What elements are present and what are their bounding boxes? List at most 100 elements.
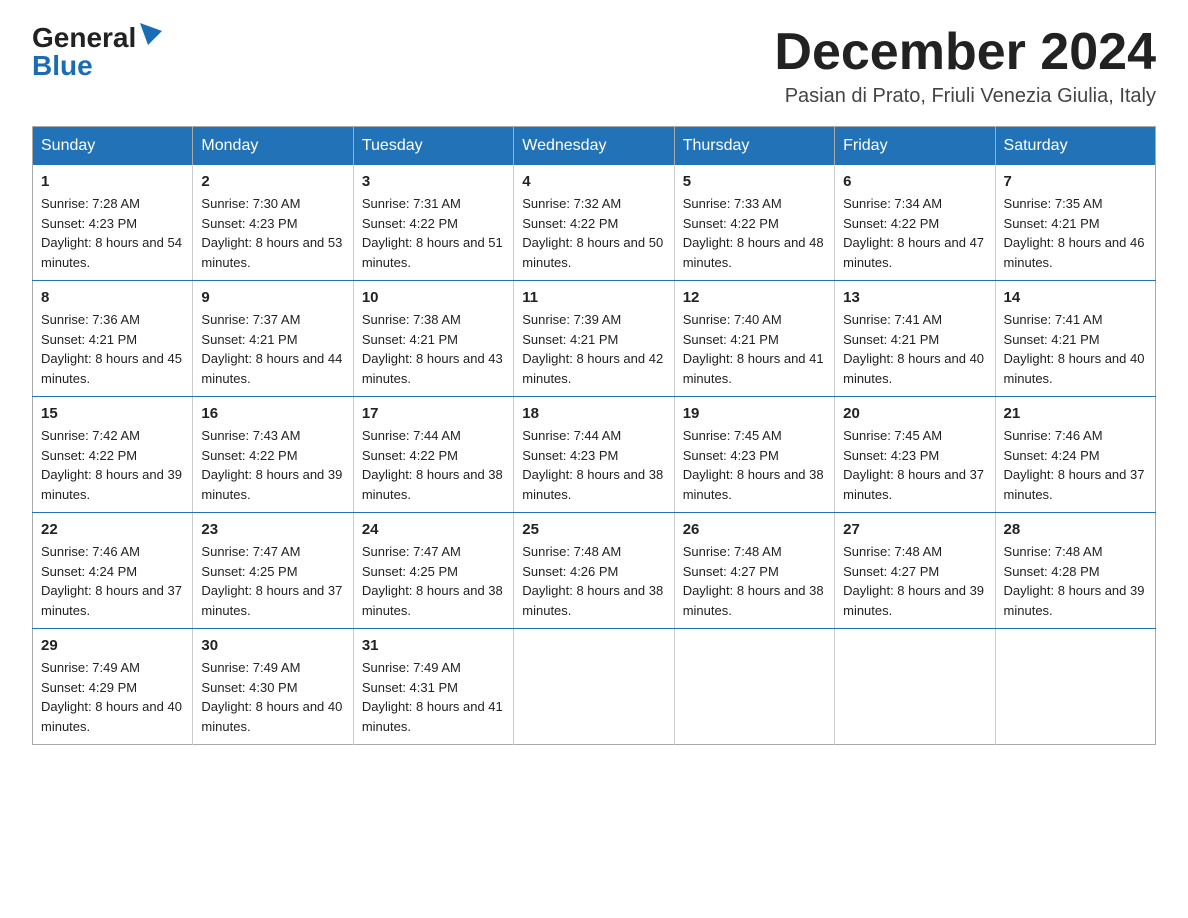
day-number: 16 (201, 405, 344, 422)
day-number: 3 (362, 173, 505, 190)
day-info: Sunrise: 7:49 AMSunset: 4:29 PMDaylight:… (41, 660, 182, 734)
day-info: Sunrise: 7:48 AMSunset: 4:27 PMDaylight:… (843, 544, 984, 618)
day-number: 18 (522, 405, 665, 422)
calendar-day-cell: 25 Sunrise: 7:48 AMSunset: 4:26 PMDaylig… (514, 513, 674, 629)
calendar-day-cell: 9 Sunrise: 7:37 AMSunset: 4:21 PMDayligh… (193, 281, 353, 397)
calendar-day-cell: 19 Sunrise: 7:45 AMSunset: 4:23 PMDaylig… (674, 397, 834, 513)
calendar-day-cell: 22 Sunrise: 7:46 AMSunset: 4:24 PMDaylig… (33, 513, 193, 629)
day-info: Sunrise: 7:40 AMSunset: 4:21 PMDaylight:… (683, 312, 824, 386)
logo-general-text: General (32, 24, 136, 52)
day-info: Sunrise: 7:34 AMSunset: 4:22 PMDaylight:… (843, 196, 984, 270)
calendar-day-cell: 24 Sunrise: 7:47 AMSunset: 4:25 PMDaylig… (353, 513, 513, 629)
day-info: Sunrise: 7:45 AMSunset: 4:23 PMDaylight:… (843, 428, 984, 502)
month-title: December 2024 (774, 24, 1156, 81)
day-info: Sunrise: 7:33 AMSunset: 4:22 PMDaylight:… (683, 196, 824, 270)
calendar-day-cell: 2 Sunrise: 7:30 AMSunset: 4:23 PMDayligh… (193, 165, 353, 281)
title-area: December 2024 Pasian di Prato, Friuli Ve… (774, 24, 1156, 108)
day-number: 23 (201, 521, 344, 538)
calendar-day-cell: 5 Sunrise: 7:33 AMSunset: 4:22 PMDayligh… (674, 165, 834, 281)
calendar-table: SundayMondayTuesdayWednesdayThursdayFrid… (32, 126, 1156, 745)
calendar-day-cell: 13 Sunrise: 7:41 AMSunset: 4:21 PMDaylig… (835, 281, 995, 397)
calendar-day-cell: 10 Sunrise: 7:38 AMSunset: 4:21 PMDaylig… (353, 281, 513, 397)
day-info: Sunrise: 7:31 AMSunset: 4:22 PMDaylight:… (362, 196, 503, 270)
day-number: 27 (843, 521, 986, 538)
logo: General Blue (32, 24, 162, 80)
day-info: Sunrise: 7:30 AMSunset: 4:23 PMDaylight:… (201, 196, 342, 270)
calendar-day-cell: 21 Sunrise: 7:46 AMSunset: 4:24 PMDaylig… (995, 397, 1155, 513)
calendar-week-row: 29 Sunrise: 7:49 AMSunset: 4:29 PMDaylig… (33, 629, 1156, 745)
day-number: 10 (362, 289, 505, 306)
calendar-day-cell: 26 Sunrise: 7:48 AMSunset: 4:27 PMDaylig… (674, 513, 834, 629)
day-info: Sunrise: 7:38 AMSunset: 4:21 PMDaylight:… (362, 312, 503, 386)
day-info: Sunrise: 7:41 AMSunset: 4:21 PMDaylight:… (843, 312, 984, 386)
calendar-day-cell: 30 Sunrise: 7:49 AMSunset: 4:30 PMDaylig… (193, 629, 353, 745)
page-header: General Blue December 2024 Pasian di Pra… (32, 24, 1156, 108)
day-info: Sunrise: 7:49 AMSunset: 4:30 PMDaylight:… (201, 660, 342, 734)
day-info: Sunrise: 7:41 AMSunset: 4:21 PMDaylight:… (1004, 312, 1145, 386)
day-number: 6 (843, 173, 986, 190)
day-number: 26 (683, 521, 826, 538)
day-info: Sunrise: 7:47 AMSunset: 4:25 PMDaylight:… (362, 544, 503, 618)
calendar-day-cell: 28 Sunrise: 7:48 AMSunset: 4:28 PMDaylig… (995, 513, 1155, 629)
day-info: Sunrise: 7:47 AMSunset: 4:25 PMDaylight:… (201, 544, 342, 618)
day-number: 25 (522, 521, 665, 538)
calendar-week-row: 1 Sunrise: 7:28 AMSunset: 4:23 PMDayligh… (33, 165, 1156, 281)
day-info: Sunrise: 7:43 AMSunset: 4:22 PMDaylight:… (201, 428, 342, 502)
calendar-day-cell: 7 Sunrise: 7:35 AMSunset: 4:21 PMDayligh… (995, 165, 1155, 281)
day-info: Sunrise: 7:44 AMSunset: 4:23 PMDaylight:… (522, 428, 663, 502)
day-number: 1 (41, 173, 184, 190)
day-info: Sunrise: 7:44 AMSunset: 4:22 PMDaylight:… (362, 428, 503, 502)
calendar-day-header: Sunday (33, 127, 193, 166)
calendar-day-cell: 17 Sunrise: 7:44 AMSunset: 4:22 PMDaylig… (353, 397, 513, 513)
calendar-day-cell: 15 Sunrise: 7:42 AMSunset: 4:22 PMDaylig… (33, 397, 193, 513)
day-info: Sunrise: 7:37 AMSunset: 4:21 PMDaylight:… (201, 312, 342, 386)
day-number: 12 (683, 289, 826, 306)
calendar-day-cell: 14 Sunrise: 7:41 AMSunset: 4:21 PMDaylig… (995, 281, 1155, 397)
location-subtitle: Pasian di Prato, Friuli Venezia Giulia, … (774, 85, 1156, 108)
calendar-day-cell: 16 Sunrise: 7:43 AMSunset: 4:22 PMDaylig… (193, 397, 353, 513)
logo-triangle-icon (140, 23, 162, 45)
day-number: 31 (362, 637, 505, 654)
day-info: Sunrise: 7:28 AMSunset: 4:23 PMDaylight:… (41, 196, 182, 270)
calendar-week-row: 22 Sunrise: 7:46 AMSunset: 4:24 PMDaylig… (33, 513, 1156, 629)
calendar-week-row: 15 Sunrise: 7:42 AMSunset: 4:22 PMDaylig… (33, 397, 1156, 513)
day-info: Sunrise: 7:46 AMSunset: 4:24 PMDaylight:… (1004, 428, 1145, 502)
day-number: 14 (1004, 289, 1147, 306)
calendar-day-cell (995, 629, 1155, 745)
day-info: Sunrise: 7:45 AMSunset: 4:23 PMDaylight:… (683, 428, 824, 502)
day-number: 5 (683, 173, 826, 190)
calendar-day-header: Monday (193, 127, 353, 166)
calendar-day-cell: 6 Sunrise: 7:34 AMSunset: 4:22 PMDayligh… (835, 165, 995, 281)
calendar-day-header: Friday (835, 127, 995, 166)
calendar-day-cell: 1 Sunrise: 7:28 AMSunset: 4:23 PMDayligh… (33, 165, 193, 281)
day-info: Sunrise: 7:49 AMSunset: 4:31 PMDaylight:… (362, 660, 503, 734)
calendar-day-cell: 31 Sunrise: 7:49 AMSunset: 4:31 PMDaylig… (353, 629, 513, 745)
day-info: Sunrise: 7:39 AMSunset: 4:21 PMDaylight:… (522, 312, 663, 386)
calendar-day-cell: 4 Sunrise: 7:32 AMSunset: 4:22 PMDayligh… (514, 165, 674, 281)
calendar-week-row: 8 Sunrise: 7:36 AMSunset: 4:21 PMDayligh… (33, 281, 1156, 397)
day-info: Sunrise: 7:48 AMSunset: 4:27 PMDaylight:… (683, 544, 824, 618)
day-number: 9 (201, 289, 344, 306)
day-info: Sunrise: 7:42 AMSunset: 4:22 PMDaylight:… (41, 428, 182, 502)
calendar-day-cell: 8 Sunrise: 7:36 AMSunset: 4:21 PMDayligh… (33, 281, 193, 397)
day-info: Sunrise: 7:32 AMSunset: 4:22 PMDaylight:… (522, 196, 663, 270)
calendar-day-header: Saturday (995, 127, 1155, 166)
day-number: 4 (522, 173, 665, 190)
day-number: 21 (1004, 405, 1147, 422)
calendar-day-cell: 20 Sunrise: 7:45 AMSunset: 4:23 PMDaylig… (835, 397, 995, 513)
calendar-day-cell: 23 Sunrise: 7:47 AMSunset: 4:25 PMDaylig… (193, 513, 353, 629)
calendar-day-cell: 11 Sunrise: 7:39 AMSunset: 4:21 PMDaylig… (514, 281, 674, 397)
calendar-day-cell: 12 Sunrise: 7:40 AMSunset: 4:21 PMDaylig… (674, 281, 834, 397)
day-info: Sunrise: 7:48 AMSunset: 4:26 PMDaylight:… (522, 544, 663, 618)
day-number: 29 (41, 637, 184, 654)
calendar-header-row: SundayMondayTuesdayWednesdayThursdayFrid… (33, 127, 1156, 166)
day-number: 28 (1004, 521, 1147, 538)
calendar-day-header: Thursday (674, 127, 834, 166)
day-number: 20 (843, 405, 986, 422)
logo-blue-text: Blue (32, 52, 93, 80)
day-info: Sunrise: 7:35 AMSunset: 4:21 PMDaylight:… (1004, 196, 1145, 270)
day-number: 2 (201, 173, 344, 190)
day-number: 24 (362, 521, 505, 538)
calendar-day-header: Wednesday (514, 127, 674, 166)
day-info: Sunrise: 7:36 AMSunset: 4:21 PMDaylight:… (41, 312, 182, 386)
